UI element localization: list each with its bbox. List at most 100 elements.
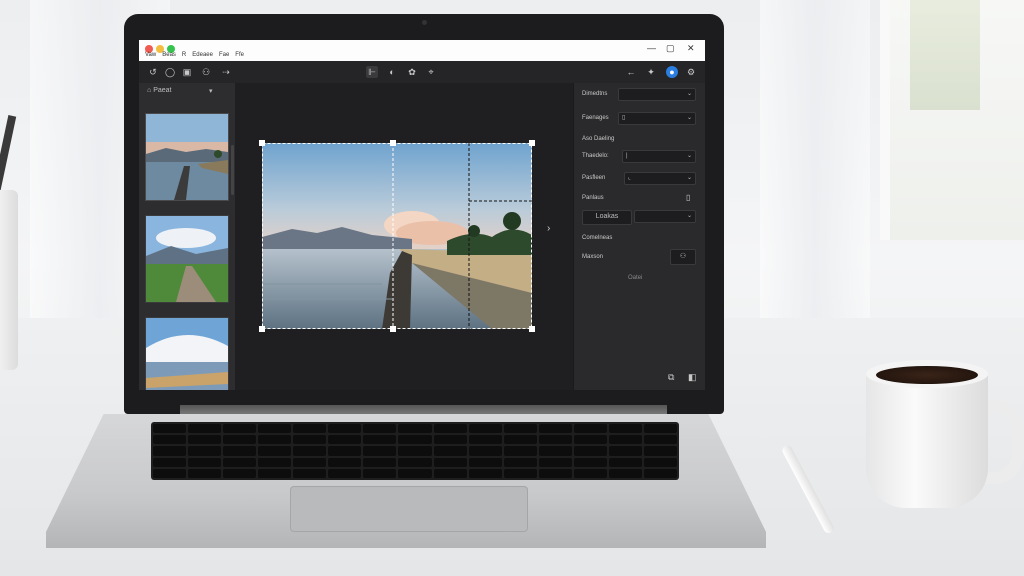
keyboard-key[interactable] [643,457,677,467]
export-icon[interactable]: ⧉ [668,372,674,383]
user-action-button[interactable]: ⚇ [670,249,696,265]
undo-icon[interactable]: ↺ [147,66,159,78]
keyboard-key[interactable] [538,424,572,434]
main-photo[interactable] [262,143,532,329]
keyboard-key[interactable] [363,446,397,456]
keyboard-key[interactable] [153,435,187,445]
arrow-icon[interactable]: ⇢ [220,66,232,78]
menu-item[interactable]: R [182,52,186,58]
keyboard-key[interactable] [643,435,677,445]
next-chevron-icon[interactable]: › [547,223,550,234]
keyboard-key[interactable] [363,435,397,445]
keyboard-key[interactable] [223,446,257,456]
keyboard-key[interactable] [258,468,292,478]
keyboard-key[interactable] [328,457,362,467]
menu-item[interactable]: Vaw [145,52,156,58]
keyboard-key[interactable] [398,457,432,467]
lookup-select[interactable]: ⌄ [634,210,696,223]
keyboard-key[interactable] [468,468,502,478]
filmstrip-scrollbar[interactable] [231,145,234,195]
keyboard-key[interactable] [503,424,537,434]
thumbnail-road[interactable] [145,215,229,303]
keyboard-key[interactable] [643,424,677,434]
keyboard-key[interactable] [188,446,222,456]
layout-icon[interactable]: ◧ [688,372,697,383]
redo-icon[interactable]: ◯ [164,66,176,78]
keyboard-key[interactable] [573,435,607,445]
keyboard-key[interactable] [398,446,432,456]
left-panel-title[interactable]: ⌂ Paeat [147,87,171,94]
person-icon[interactable]: ⚇ [200,66,212,78]
done-label[interactable]: Oatei [628,275,642,281]
keyboard-key[interactable] [398,435,432,445]
format-select[interactable]: ▯ ⌄ [618,112,696,125]
settings-icon[interactable]: ⚙ [685,66,697,78]
keyboard-key[interactable] [153,468,187,478]
menu-item[interactable]: Edeaee [192,52,213,58]
palette-icon[interactable]: ✿ [406,66,418,78]
crop-icon[interactable]: ▣ [181,66,193,78]
keyboard-key[interactable] [398,468,432,478]
keyboard-key[interactable] [328,424,362,434]
keyboard-key[interactable] [573,424,607,434]
menu-item[interactable]: Ffe [235,52,244,58]
keyboard-key[interactable] [223,435,257,445]
keyboard-key[interactable] [538,435,572,445]
back-icon[interactable]: ← [625,66,637,78]
restore-icon[interactable]: ▢ [666,43,675,54]
keyboard-key[interactable] [363,424,397,434]
puzzle-icon[interactable]: ✦ [645,66,657,78]
keyboard-key[interactable] [223,468,257,478]
keyboard-key[interactable] [503,457,537,467]
menu-item[interactable]: Fae [219,52,229,58]
keyboard-key[interactable] [328,435,362,445]
keyboard-key[interactable] [433,435,467,445]
split-icon[interactable]: ⊩ [366,66,378,78]
keyboard-key[interactable] [398,424,432,434]
keyboard-key[interactable] [258,424,292,434]
keyboard-key[interactable] [223,424,257,434]
keyboard-key[interactable] [503,446,537,456]
keyboard-key[interactable] [188,424,222,434]
keyboard-key[interactable] [293,424,327,434]
crop-handle-tr[interactable] [529,140,535,146]
crop-handle-tl[interactable] [259,140,265,146]
dimensions-select[interactable]: ⌄ [618,88,696,101]
keyboard-key[interactable] [328,468,362,478]
keyboard-key[interactable] [433,424,467,434]
keyboard-key[interactable] [293,435,327,445]
keyboard-key[interactable] [643,446,677,456]
keyboard-key[interactable] [153,457,187,467]
keyboard-key[interactable] [433,446,467,456]
keyboard-key[interactable] [258,446,292,456]
keyboard-key[interactable] [258,435,292,445]
canvas-area[interactable]: › [235,83,666,390]
keyboard-key[interactable] [538,457,572,467]
keyboard-key[interactable] [153,424,187,434]
keyboard-key[interactable] [608,435,642,445]
keyboard-key[interactable] [468,446,502,456]
keyboard-key[interactable] [188,435,222,445]
close-icon[interactable]: ✕ [687,43,695,54]
keyboard-key[interactable] [293,457,327,467]
keyboard-key[interactable] [468,457,502,467]
chevron-down-icon[interactable]: ▾ [209,87,213,95]
keyboard-key[interactable] [468,435,502,445]
keyboard-key[interactable] [188,468,222,478]
thumbnail-sunset[interactable] [145,317,229,390]
crop-handle-bl[interactable] [259,326,265,332]
keyboard-key[interactable] [608,468,642,478]
keyboard-key[interactable] [538,446,572,456]
keyboard-key[interactable] [468,424,502,434]
lookup-button[interactable]: Loakas [582,210,632,225]
pin-icon[interactable]: ⌖ [425,66,437,78]
keyboard-key[interactable] [538,468,572,478]
crop-handle-bm[interactable] [390,326,396,332]
keyboard-key[interactable] [433,457,467,467]
profile-icon[interactable]: ● [666,66,678,78]
keyboard-key[interactable] [293,468,327,478]
keyboard-key[interactable] [608,457,642,467]
keyboard-key[interactable] [433,468,467,478]
thumbnail-lake[interactable] [145,113,229,201]
keyboard-key[interactable] [573,457,607,467]
